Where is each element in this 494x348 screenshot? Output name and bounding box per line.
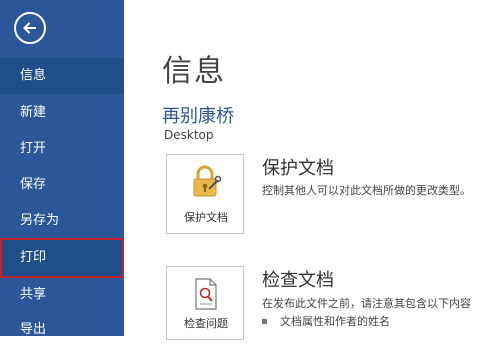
bullet-text: 文档属性和作者的姓名 [280, 315, 390, 328]
back-button[interactable] [14, 12, 46, 44]
sidebar-item-new[interactable]: 新建 [0, 95, 124, 131]
sidebar-item-print[interactable]: 打印 [0, 238, 124, 278]
sidebar-item-save-as[interactable]: 另存为 [0, 203, 124, 239]
arrow-left-icon [23, 22, 36, 34]
document-name: 再别康桥 [162, 106, 234, 127]
sidebar-item-save[interactable]: 保存 [0, 167, 124, 203]
protect-document-button[interactable]: 保护文档 [166, 154, 244, 234]
lock-key-icon [193, 165, 221, 197]
check-issues-button[interactable]: 检查问题 [166, 266, 244, 340]
sidebar-item-open[interactable]: 打开 [0, 131, 124, 167]
inspect-document-icon [195, 278, 217, 310]
list-item: 文档属性和作者的姓名 [262, 313, 390, 329]
sidebar-item-export[interactable]: 导出 [0, 312, 124, 348]
protect-document-label: 保护文档 [184, 211, 228, 224]
check-issues-label: 检查问题 [184, 317, 228, 330]
protect-document-title: 保护文档 [262, 158, 334, 179]
document-path: Desktop [164, 128, 214, 142]
inspect-document-description: 在发布此文件之前，请注意其包含以下内容 [262, 297, 471, 310]
sidebar-item-info[interactable]: 信息 [0, 58, 124, 94]
bullet-square-icon [262, 318, 267, 324]
sidebar-item-share[interactable]: 共享 [0, 277, 124, 313]
backstage-sidebar: 信息 新建 打开 保存 另存为 打印 共享 导出 [0, 0, 124, 337]
page-title: 信息 [162, 54, 226, 89]
inspect-document-title: 检查文档 [262, 270, 334, 291]
protect-document-description: 控制其他人可以对此文档所做的更改类型。 [262, 184, 471, 197]
